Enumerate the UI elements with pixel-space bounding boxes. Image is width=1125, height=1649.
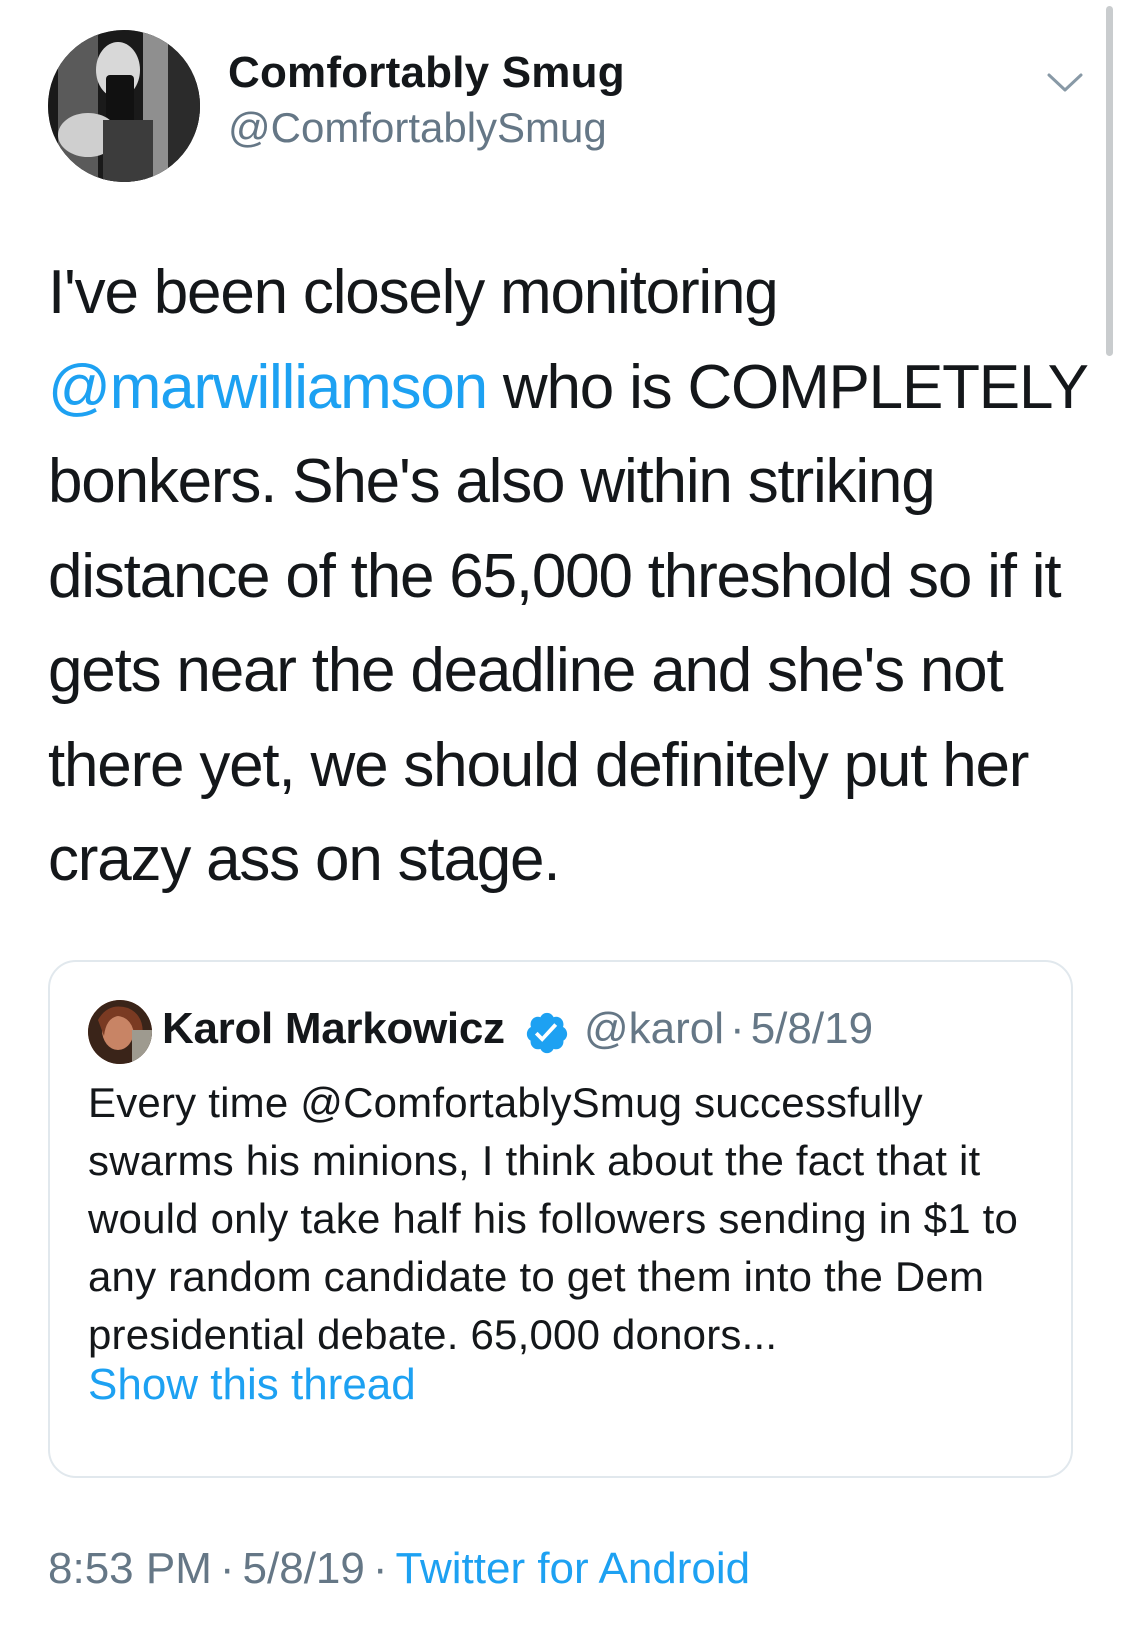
tweet-text-end: who is COMPLETELY bonkers. She's also wi… [48,352,1088,895]
quoted-separator: · [730,1004,745,1053]
quoted-author-handle[interactable]: @karol [584,1004,724,1053]
tweet-date: 5/8/19 [242,1544,365,1593]
author-avatar[interactable] [48,30,200,182]
metadata-separator: · [219,1544,235,1593]
mention-link[interactable]: @marwilliamson [48,353,488,422]
tweet-time: 8:53 PM [48,1544,212,1593]
show-thread-link[interactable]: Show this thread [88,1360,416,1410]
author-handle[interactable]: @ComfortablySmug [228,104,607,152]
tweet-source-link[interactable]: Twitter for Android [396,1544,751,1593]
quoted-tweet-text: Every time @ComfortablySmug successfully… [88,1079,1019,1358]
quoted-author-avatar[interactable] [88,1000,152,1064]
verified-badge-icon [526,1012,568,1054]
scrollbar[interactable] [1106,6,1113,356]
tweet-metadata: 8:53 PM · 5/8/19 · Twitter for Android [48,1544,750,1594]
author-name[interactable]: Comfortably Smug [228,48,625,98]
metadata-separator-2: · [372,1544,388,1593]
quoted-author-name[interactable]: Karol Markowicz [162,1004,505,1054]
tweet-text-start: I've been closely monitoring [48,258,779,327]
quoted-tweet-card[interactable]: Karol Markowicz @karol · 5/8/19 Every time… [48,960,1073,1478]
quoted-avatar-image [88,1000,152,1064]
quoted-date[interactable]: 5/8/19 [751,1004,873,1053]
chevron-down-icon[interactable] [1046,72,1084,94]
quoted-handle-date: @karol · 5/8/19 [584,1004,873,1054]
tweet-text: I've been closely monitoring @marwilliam… [48,246,1088,908]
author-avatar-image [48,30,200,182]
